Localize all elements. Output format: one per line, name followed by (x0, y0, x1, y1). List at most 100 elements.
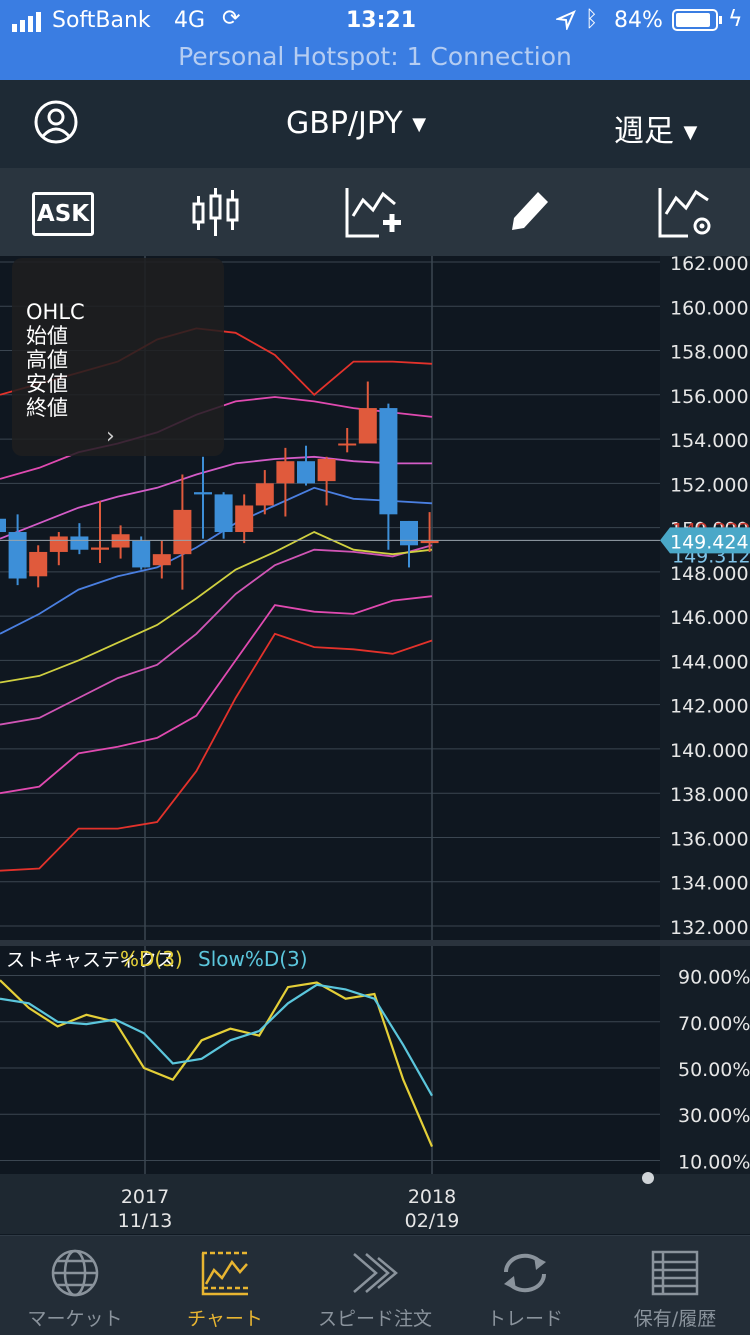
candle-body (317, 458, 336, 482)
ohlc-panel[interactable]: OHLC 始値 高値 安値 終値 › (12, 258, 224, 456)
candle-body (214, 494, 233, 533)
price-tick-label: 134.000 (670, 873, 749, 895)
current-price-label: 149.424 (670, 531, 749, 553)
symbol-label: GBP/JPY (286, 106, 403, 141)
chevron-down-icon: ▼ (412, 114, 427, 135)
candle-body (276, 461, 295, 484)
tab-chart[interactable]: チャート (150, 1236, 300, 1335)
stoch-d-label: %D(3) (120, 947, 183, 971)
candle-body (358, 408, 377, 444)
candle-body (420, 540, 439, 544)
tab-label: トレード (486, 1308, 563, 1330)
tab-speed-order[interactable]: スピード注文 (300, 1236, 450, 1335)
stoch-tick-label: 10.00% (678, 1151, 750, 1173)
charging-icon: ϟ (728, 7, 743, 32)
clock: 13:21 (346, 8, 417, 33)
tab-label: 保有/履歴 (633, 1308, 717, 1330)
stoch-series-line (0, 979, 434, 1148)
candle-body (111, 534, 130, 548)
band-line-lower3 (0, 595, 433, 795)
price-tick-label: 156.000 (670, 386, 749, 408)
price-tick-label: 142.000 (670, 696, 749, 718)
network-type: 4G (174, 8, 206, 33)
stoch-slow-label: Slow%D(3) (198, 947, 308, 971)
price-tick-label: 160.000 (670, 297, 749, 319)
stoch-tick-label: 30.00% (678, 1105, 750, 1127)
price-tick-label: 144.000 (670, 651, 749, 673)
price-tick-label: 154.000 (670, 430, 749, 452)
price-tick-label: 162.000 (670, 256, 749, 275)
nav-bar: GBP/JPY ▼ 週足 ▼ (0, 80, 750, 168)
candle-body (338, 443, 357, 446)
user-icon[interactable] (34, 100, 78, 144)
candle-body (91, 547, 109, 550)
price-tick-label: 146.000 (670, 607, 749, 629)
location-icon (556, 10, 576, 30)
price-tick-label: 136.000 (670, 828, 749, 850)
chart-toolbar: ASK (0, 168, 750, 256)
tab-trade[interactable]: トレード (450, 1236, 600, 1335)
candlestick-icon[interactable] (190, 186, 242, 238)
candle-body (29, 551, 48, 577)
speed-order-icon (353, 1253, 398, 1293)
symbol-selector[interactable]: GBP/JPY ▼ (286, 106, 426, 141)
band-line-lower4 (0, 632, 433, 872)
date-axis-bg (0, 1174, 750, 1234)
ohlc-high-label: 高値 (26, 348, 68, 372)
ohlc-title: OHLC (26, 300, 85, 324)
tab-market[interactable]: マーケット (0, 1236, 150, 1335)
tab-positions[interactable]: 保有/履歴 (600, 1236, 750, 1335)
tab-label: チャート (187, 1308, 263, 1330)
candle-body (255, 483, 274, 506)
chevron-down-icon: ▼ (683, 122, 698, 143)
pencil-icon[interactable] (508, 186, 552, 232)
add-indicator-icon[interactable] (345, 186, 403, 238)
candle-body (152, 554, 171, 566)
battery-percent: 84% (614, 8, 663, 33)
chart-icon (201, 1251, 248, 1296)
candle-body (70, 536, 89, 550)
carrier-name: SoftBank (52, 8, 151, 33)
date-year-label: 2017 (121, 1186, 169, 1208)
ohlc-close-label: 終値 (26, 396, 68, 420)
stoch-series-line (0, 983, 433, 1097)
candle-body (235, 505, 254, 533)
positions-icon (651, 1250, 699, 1296)
tab-label: マーケット (27, 1308, 123, 1330)
price-tick-label: 158.000 (670, 342, 749, 364)
status-bar: SoftBank 4G ⟳ 13:21 ᛒ 84% ϟ Personal Hot… (0, 0, 750, 80)
trade-icon (503, 1253, 547, 1293)
price-tick-label: 140.000 (670, 740, 749, 762)
signal-icon (12, 12, 41, 32)
candle-body (49, 536, 68, 552)
date-day-label: 11/13 (118, 1210, 173, 1232)
candle-body (297, 461, 315, 484)
stoch-tick-label: 50.00% (678, 1059, 750, 1081)
stoch-tick-label: 70.00% (678, 1013, 750, 1035)
candle-body (379, 408, 398, 515)
timeframe-selector[interactable]: 週足 ▼ (614, 106, 697, 150)
price-tick-label: 138.000 (670, 784, 749, 806)
tab-label: スピード注文 (317, 1308, 432, 1330)
scroll-indicator (642, 1172, 654, 1184)
ohlc-low-label: 安値 (26, 372, 68, 396)
price-tick-label: 132.000 (670, 917, 749, 939)
panel-separator (0, 940, 750, 946)
timeframe-label: 週足 (614, 114, 674, 149)
tab-bar: マーケット チャート スピード注文 トレード 保有/履歴 (0, 1235, 750, 1335)
date-day-label: 02/19 (405, 1210, 460, 1232)
bluetooth-icon: ᛒ (585, 7, 599, 32)
ask-button[interactable]: ASK (32, 192, 94, 236)
chevron-right-icon[interactable]: › (106, 424, 115, 449)
hotspot-banner[interactable]: Personal Hotspot: 1 Connection (0, 42, 750, 71)
price-tick-label: 152.000 (670, 474, 749, 496)
candle-body (8, 532, 27, 579)
candle-body (0, 518, 6, 533)
candle-body (173, 509, 192, 555)
candle-body (400, 520, 418, 546)
date-year-label: 2018 (408, 1186, 456, 1208)
ohlc-open-label: 始値 (26, 324, 68, 348)
chart-settings-icon[interactable] (658, 186, 716, 238)
globe-icon (51, 1249, 99, 1297)
candle-body (132, 540, 151, 568)
